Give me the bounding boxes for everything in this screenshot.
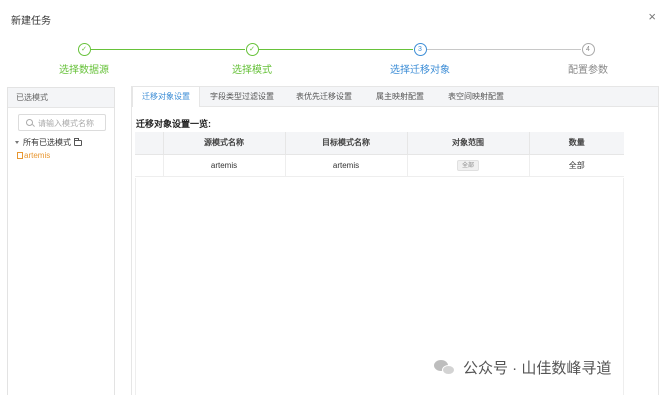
target-schema-cell: artemis bbox=[285, 154, 408, 177]
watermark-text: 公众号 · 山佳数峰寻道 bbox=[463, 360, 612, 377]
check-icon: ✓ bbox=[77, 43, 91, 56]
column-header: 数量 bbox=[529, 132, 624, 155]
mode-search-input[interactable] bbox=[38, 117, 106, 129]
step-label: 选择迁移对象 bbox=[390, 65, 450, 76]
step-number: 4 bbox=[581, 43, 595, 56]
mode-tree: 所有已选模式 artemis bbox=[8, 136, 114, 162]
tab-owner-mapping[interactable]: 属主映射配置 bbox=[364, 87, 436, 107]
count-cell: 全部 bbox=[529, 154, 624, 177]
migration-objects-table: 源模式名称 目标模式名称 对象范围 数量 artemis artemis 全部 … bbox=[135, 132, 624, 177]
step-select-mode: ✓ 选择模式 bbox=[207, 40, 297, 76]
source-schema-cell: artemis bbox=[163, 154, 286, 177]
selected-modes-panel: 已选模式 所有已选模式 artemis bbox=[7, 87, 115, 395]
step-number: 3 bbox=[413, 43, 427, 56]
column-header bbox=[135, 132, 164, 155]
dialog-title: 新建任务 bbox=[11, 16, 51, 27]
tab-tablespace-mapping[interactable]: 表空间映射配置 bbox=[436, 87, 516, 107]
tree-item[interactable]: artemis bbox=[15, 149, 114, 162]
column-header: 源模式名称 bbox=[163, 132, 286, 155]
tab-bar: 迁移对象设置 字段类型过滤设置 表优先迁移设置 属主映射配置 表空间映射配置 bbox=[131, 86, 659, 108]
column-header: 目标模式名称 bbox=[285, 132, 408, 155]
tree-item-label: artemis bbox=[24, 151, 51, 160]
watermark: 公众号 · 山佳数峰寻道 bbox=[434, 357, 611, 378]
check-icon: ✓ bbox=[245, 43, 259, 56]
row-select-cell[interactable] bbox=[135, 154, 164, 177]
step-select-datasource: ✓ 选择数据源 bbox=[39, 40, 129, 76]
table-row[interactable]: artemis artemis 全部 全部 bbox=[135, 154, 624, 177]
section-title: 迁移对象设置一览: bbox=[136, 119, 211, 129]
tree-root[interactable]: 所有已选模式 bbox=[15, 136, 114, 149]
scope-badge: 全部 bbox=[456, 159, 479, 171]
wechat-logo-icon bbox=[434, 359, 456, 377]
step-label: 配置参数 bbox=[568, 65, 608, 76]
close-icon[interactable]: × bbox=[648, 10, 656, 23]
folder-icon bbox=[74, 137, 82, 146]
panel-header: 已选模式 bbox=[8, 88, 114, 108]
table-header-row: 源模式名称 目标模式名称 对象范围 数量 bbox=[135, 132, 624, 155]
search-icon bbox=[26, 119, 33, 126]
caret-down-icon[interactable] bbox=[15, 141, 19, 144]
tab-content: 迁移对象设置一览: 源模式名称 目标模式名称 对象范围 数量 artemis a… bbox=[131, 107, 659, 395]
step-label: 选择模式 bbox=[232, 65, 272, 76]
scope-cell: 全部 bbox=[407, 154, 530, 177]
mode-search-box[interactable] bbox=[18, 114, 106, 131]
tab-table-priority[interactable]: 表优先迁移设置 bbox=[284, 87, 364, 107]
step-indicator: ✓ 选择数据源 ✓ 选择模式 3 选择迁移对象 4 配置参数 bbox=[0, 40, 672, 80]
step-configure-params: 4 配置参数 bbox=[543, 40, 633, 76]
tab-field-type-filter[interactable]: 字段类型过滤设置 bbox=[200, 87, 284, 107]
step-select-objects: 3 选择迁移对象 bbox=[375, 40, 465, 76]
tab-migration-objects[interactable]: 迁移对象设置 bbox=[132, 87, 200, 108]
schema-icon bbox=[17, 152, 23, 159]
tree-root-label: 所有已选模式 bbox=[23, 138, 71, 147]
column-header: 对象范围 bbox=[407, 132, 530, 155]
step-label: 选择数据源 bbox=[59, 65, 109, 76]
